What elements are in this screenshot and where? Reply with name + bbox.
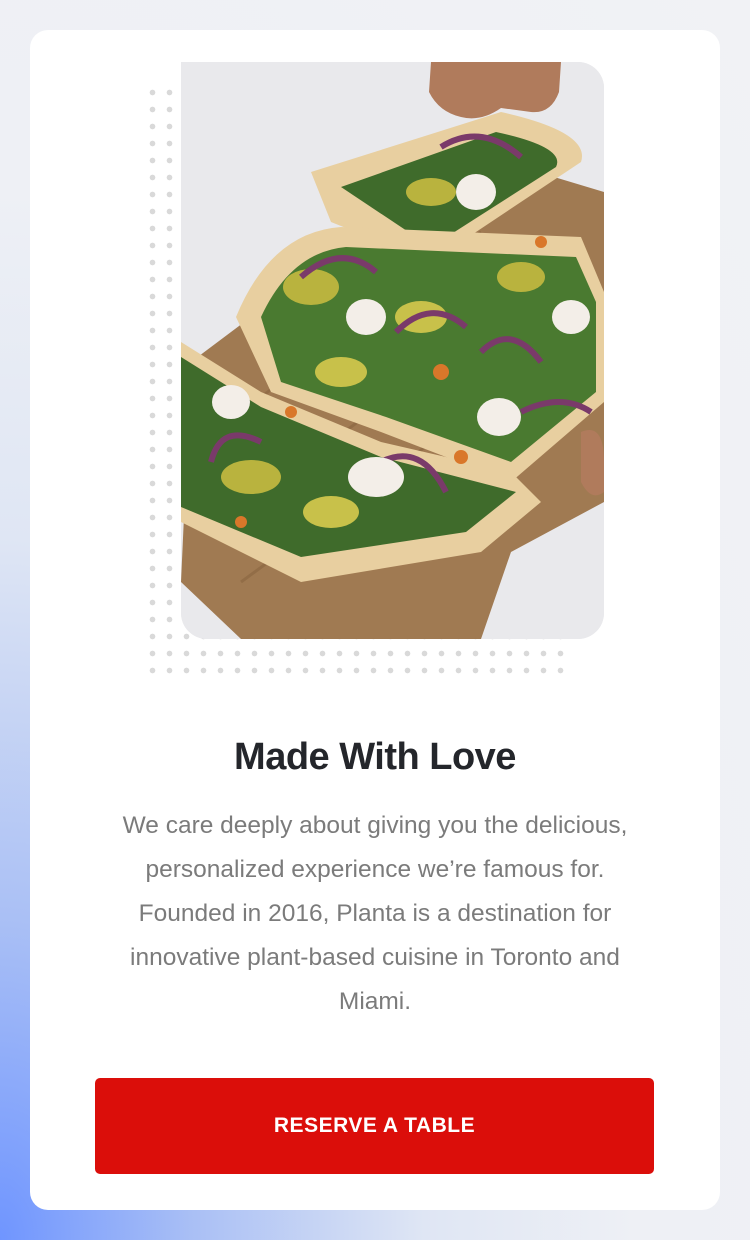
pizza-illustration	[181, 62, 604, 639]
section-title: Made With Love	[234, 736, 516, 778]
feature-card: Made With Love We care deeply about givi…	[30, 30, 720, 1210]
hero-image	[181, 62, 604, 639]
reserve-table-button[interactable]: RESERVE A TABLE	[95, 1078, 654, 1174]
section-description: We care deeply about giving you the deli…	[122, 812, 628, 1015]
